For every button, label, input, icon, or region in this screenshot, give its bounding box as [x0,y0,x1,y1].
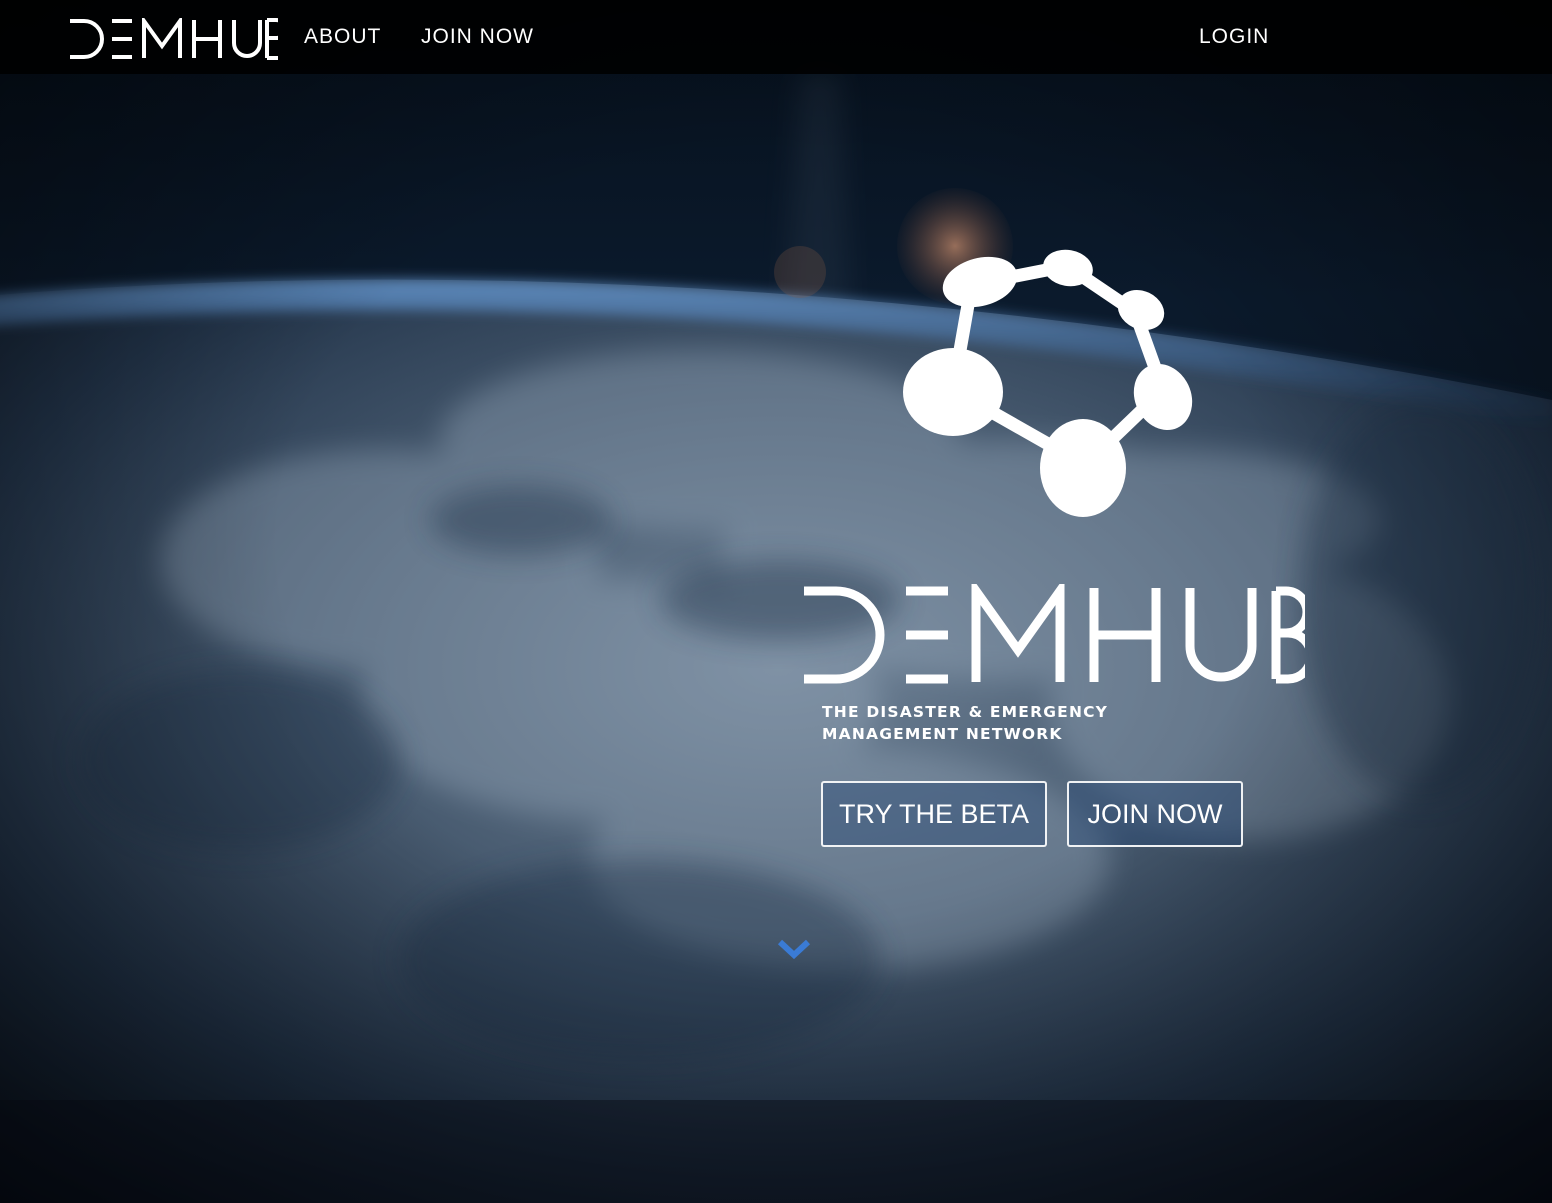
landing-page: ABOUT JOIN NOW LOGIN THE DISASTER & EMER… [0,0,1552,1203]
network-logo-icon [903,249,1193,517]
nav-link-about[interactable]: ABOUT [304,25,381,49]
earth-background-image [0,0,1552,1203]
hero-tagline: THE DISASTER & EMERGENCY MANAGEMENT NETW… [822,703,1109,743]
try-the-beta-button[interactable]: TRY THE BETA [821,781,1047,847]
nav-link-join-now[interactable]: JOIN NOW [421,25,534,49]
demhub-logo[interactable] [68,18,278,60]
top-navbar: ABOUT JOIN NOW LOGIN [0,0,1552,74]
join-now-button[interactable]: JOIN NOW [1067,781,1243,847]
login-link[interactable]: LOGIN [1199,25,1269,49]
chevron-down-icon[interactable] [776,936,812,962]
demhub-wordmark [804,584,1305,684]
